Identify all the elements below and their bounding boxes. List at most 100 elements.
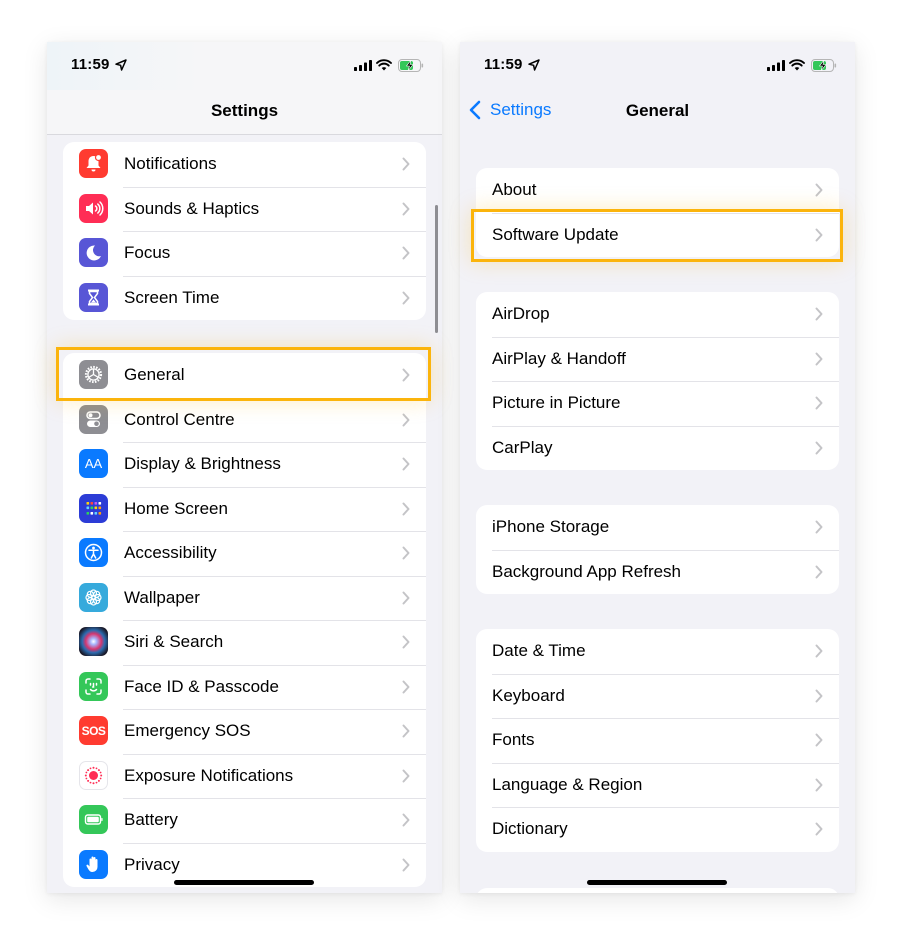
- face-id-icon: [79, 671, 108, 701]
- settings-item-accessibility[interactable]: Accessibility: [63, 531, 426, 576]
- general-item-label: iPhone Storage: [492, 517, 610, 537]
- general-item-dictionary[interactable]: Dictionary: [476, 807, 839, 852]
- bell-icon: [79, 149, 108, 179]
- status-time: 11:59: [484, 56, 523, 73]
- general-item-iphone-storage[interactable]: iPhone Storage: [476, 505, 839, 550]
- settings-group-1: Notifications Sounds & Haptics Focus Scr…: [63, 142, 426, 320]
- general-group-3: iPhone Storage Background App Refresh: [476, 505, 839, 594]
- chevron-right-icon: [402, 858, 410, 872]
- settings-item-home-screen[interactable]: Home Screen: [63, 486, 426, 532]
- settings-item-siri-search[interactable]: Siri & Search: [63, 620, 426, 665]
- chevron-right-icon: [815, 689, 823, 703]
- settings-item-display-brightness[interactable]: AA Display & Brightness: [63, 442, 426, 487]
- cellular-signal-icon: [767, 60, 785, 71]
- settings-item-control-centre[interactable]: Control Centre: [63, 397, 426, 443]
- chevron-right-icon: [815, 778, 823, 792]
- nav-bar: Settings: [47, 90, 442, 135]
- settings-item-label: Control Centre: [124, 409, 235, 429]
- battery-icon: [79, 805, 108, 835]
- toggles-icon: [79, 404, 108, 434]
- text-size-icon: AA: [79, 449, 108, 479]
- settings-item-label: Sounds & Haptics: [124, 198, 260, 218]
- general-item-software-update[interactable]: Software Update: [476, 212, 839, 258]
- chevron-right-icon: [402, 769, 410, 783]
- chevron-right-icon: [815, 228, 823, 242]
- moon-icon: [79, 238, 108, 268]
- gear-icon: [79, 360, 108, 390]
- chevron-right-icon: [815, 352, 823, 366]
- settings-item-battery[interactable]: Battery: [63, 798, 426, 843]
- general-group-1: About Software Update: [476, 168, 839, 257]
- general-item-label: Fonts: [492, 730, 535, 750]
- chevron-right-icon: [402, 291, 410, 305]
- settings-item-label: Notifications: [124, 154, 217, 174]
- hand-icon: [79, 849, 108, 879]
- general-item-label: Keyboard: [492, 685, 565, 705]
- battery-charging-icon: [811, 59, 837, 72]
- chevron-right-icon: [402, 635, 410, 649]
- chevron-right-icon: [815, 644, 823, 658]
- settings-item-screen-time[interactable]: Screen Time: [63, 275, 426, 321]
- chevron-right-icon: [402, 202, 410, 216]
- settings-item-label: Display & Brightness: [124, 454, 281, 474]
- status-time: 11:59: [71, 56, 110, 73]
- sos-icon: SOS: [79, 716, 108, 746]
- page-title: General: [625, 101, 690, 120]
- settings-item-focus[interactable]: Focus: [63, 231, 426, 276]
- speaker-icon: [79, 193, 108, 223]
- general-item-airdrop[interactable]: AirDrop: [476, 292, 839, 337]
- general-item-language-region[interactable]: Language & Region: [476, 762, 839, 808]
- settings-item-label: Privacy: [124, 854, 180, 874]
- general-item-label: About: [492, 180, 537, 200]
- chevron-right-icon: [815, 520, 823, 534]
- general-item-keyboard[interactable]: Keyboard: [476, 673, 839, 719]
- settings-item-label: Siri & Search: [124, 632, 224, 652]
- settings-screen: 11:59 Settings Notifications Sounds & Ha…: [47, 42, 442, 893]
- general-item-picture-in-picture[interactable]: Picture in Picture: [476, 381, 839, 426]
- chevron-right-icon: [402, 724, 410, 738]
- general-group-5-partial: [476, 888, 839, 893]
- exposure-icon: [79, 760, 108, 790]
- general-item-about[interactable]: About: [476, 168, 839, 213]
- general-item-airplay-handoff[interactable]: AirPlay & Handoff: [476, 336, 839, 382]
- general-item-carplay[interactable]: CarPlay: [476, 425, 839, 471]
- general-item-label: AirDrop: [492, 304, 550, 324]
- general-item-label: Dictionary: [492, 819, 568, 839]
- general-screen: 11:59 Settings General About Software Up…: [460, 42, 855, 893]
- chevron-right-icon: [815, 441, 823, 455]
- scrollbar[interactable]: [435, 205, 438, 333]
- cellular-signal-icon: [354, 60, 372, 71]
- chevron-right-icon: [815, 183, 823, 197]
- chevron-right-icon: [815, 307, 823, 321]
- general-item-date-time[interactable]: Date & Time: [476, 629, 839, 674]
- chevron-right-icon: [402, 502, 410, 516]
- settings-item-label: Wallpaper: [124, 587, 200, 607]
- chevron-right-icon: [402, 368, 410, 382]
- chevron-right-icon: [815, 396, 823, 410]
- settings-item-emergency-sos[interactable]: SOS Emergency SOS: [63, 709, 426, 754]
- chevron-right-icon: [402, 413, 410, 427]
- settings-item-sounds-haptics[interactable]: Sounds & Haptics: [63, 186, 426, 232]
- settings-item-face-id-passcode[interactable]: Face ID & Passcode: [63, 664, 426, 710]
- general-item-label: Language & Region: [492, 774, 643, 794]
- settings-item-label: Screen Time: [124, 287, 220, 307]
- home-indicator[interactable]: [587, 880, 727, 885]
- settings-item-notifications[interactable]: Notifications: [63, 142, 426, 187]
- settings-item-general[interactable]: General: [63, 353, 426, 398]
- settings-item-label: Focus: [124, 243, 171, 263]
- general-item-label: Date & Time: [492, 641, 586, 661]
- chevron-right-icon: [402, 157, 410, 171]
- home-indicator[interactable]: [174, 880, 314, 885]
- wifi-icon: [376, 59, 392, 71]
- status-bar: 11:59: [460, 42, 855, 90]
- page-title: Settings: [210, 101, 279, 120]
- general-item-background-app-refresh[interactable]: Background App Refresh: [476, 549, 839, 595]
- general-item-label: Software Update: [492, 224, 619, 244]
- general-group-2: AirDrop AirPlay & Handoff Picture in Pic…: [476, 292, 839, 470]
- settings-item-wallpaper[interactable]: Wallpaper: [63, 575, 426, 621]
- settings-item-label: Face ID & Passcode: [124, 676, 279, 696]
- general-item-fonts[interactable]: Fonts: [476, 718, 839, 763]
- general-item-label: AirPlay & Handoff: [492, 348, 626, 368]
- settings-item-exposure-notifications[interactable]: Exposure Notifications: [63, 753, 426, 799]
- settings-item-label: Home Screen: [124, 498, 228, 518]
